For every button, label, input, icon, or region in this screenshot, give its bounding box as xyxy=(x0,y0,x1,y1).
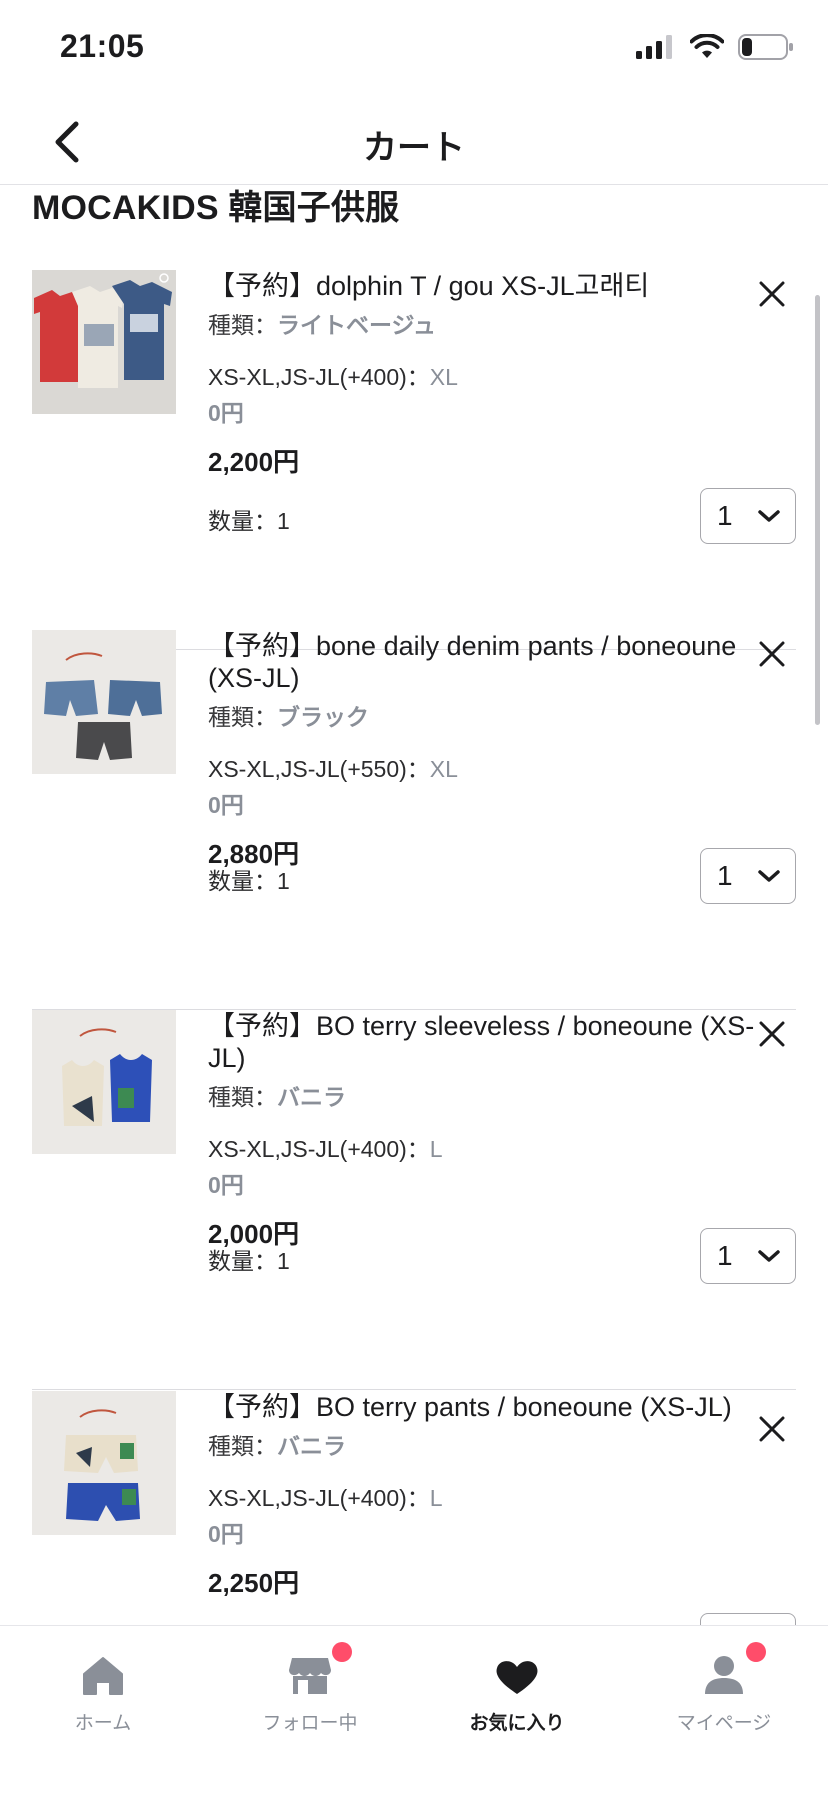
product-thumbnail[interactable] xyxy=(32,630,176,774)
item-title[interactable]: 【予約】bone daily denim pants / boneoune (X… xyxy=(208,630,768,694)
kind-label: 種類： xyxy=(208,1433,277,1459)
item-title[interactable]: 【予約】BO terry pants / boneoune (XS-JL) xyxy=(208,1391,768,1423)
item-option: XS-XL,JS-JL(+550)：XL xyxy=(208,750,768,784)
item-title[interactable]: 【予約】BO terry sleeveless / boneoune (XS-J… xyxy=(208,1010,768,1074)
chevron-down-icon xyxy=(758,1250,780,1262)
kind-value: バニラ xyxy=(277,1433,346,1459)
item-price: 2,880円 xyxy=(208,839,300,869)
wifi-icon xyxy=(690,34,724,58)
product-thumbnail[interactable] xyxy=(32,1391,176,1535)
product-thumbnail[interactable] xyxy=(32,270,176,414)
kind-label: 種類： xyxy=(208,1084,277,1110)
quantity-label: 数量：1 xyxy=(208,508,290,534)
item-price: 2,250円 xyxy=(208,1568,300,1598)
option-price: 0円 xyxy=(208,400,244,426)
kind-label: 種類： xyxy=(208,704,277,730)
divider xyxy=(32,1389,796,1390)
close-icon xyxy=(759,1416,785,1442)
close-icon xyxy=(759,641,785,667)
tab-favorites[interactable]: お気に入り xyxy=(427,1638,607,1748)
chevron-down-icon xyxy=(758,870,780,882)
item-info: 【予約】BO terry pants / boneoune (XS-JL) 種類… xyxy=(208,1391,768,1600)
tab-home[interactable]: ホーム xyxy=(13,1638,193,1748)
quantity-select[interactable]: 1 xyxy=(700,488,796,544)
signal-icon xyxy=(636,35,672,59)
option-value: XL xyxy=(429,756,458,782)
tab-bar: ホーム フォロー中 お気に入り マイページ xyxy=(0,1625,828,1793)
tab-label: お気に入り xyxy=(469,1713,565,1734)
option-label: XS-XL,JS-JL(+400)： xyxy=(208,364,430,390)
kind-value: バニラ xyxy=(277,1084,346,1110)
item-kind: 種類：バニラ xyxy=(208,1427,768,1461)
item-kind: 種類：ブラック xyxy=(208,698,768,732)
item-option: XS-XL,JS-JL(+400)：L xyxy=(208,1130,768,1164)
option-label: XS-XL,JS-JL(+400)： xyxy=(208,1136,430,1162)
item-title[interactable]: 【予約】dolphin T / gou XS-JL고래티 xyxy=(208,270,768,302)
remove-item-button[interactable] xyxy=(752,634,792,674)
quantity-value: 1 xyxy=(717,1240,733,1271)
status-time: 21:05 xyxy=(60,28,145,64)
option-price: 0円 xyxy=(208,792,244,818)
close-icon xyxy=(759,1021,785,1047)
cart-item: 【予約】dolphin T / gou XS-JL고래티 種類：ライトベージュ … xyxy=(32,270,796,650)
quantity-select[interactable] xyxy=(700,1613,796,1625)
remove-item-button[interactable] xyxy=(752,274,792,314)
scrollbar[interactable] xyxy=(815,295,820,725)
quantity-label: 数量：1 xyxy=(208,868,290,894)
person-icon xyxy=(705,1656,743,1694)
tab-label: フォロー中 xyxy=(262,1713,358,1734)
cart-content[interactable]: MOCAKIDS 韓国子供服 【予約】dolphin T / gou XS-JL… xyxy=(0,185,828,1625)
kind-value: ライトベージュ xyxy=(277,312,436,338)
option-value: L xyxy=(429,1485,443,1511)
tab-label: マイページ xyxy=(676,1713,772,1734)
option-label: XS-XL,JS-JL(+550)： xyxy=(208,756,430,782)
option-price: 0円 xyxy=(208,1172,244,1198)
kind-label: 種類： xyxy=(208,312,277,338)
quantity-select[interactable]: 1 xyxy=(700,1228,796,1284)
cart-item: 【予約】BO terry pants / boneoune (XS-JL) 種類… xyxy=(32,1391,796,1625)
option-value: XL xyxy=(429,364,458,390)
item-option: XS-XL,JS-JL(+400)：L xyxy=(208,1479,768,1513)
nav-bar: カート xyxy=(0,100,828,185)
heart-icon xyxy=(496,1661,538,1694)
quantity-label: 数量：1 xyxy=(208,1248,290,1274)
tab-label: ホーム xyxy=(74,1713,132,1734)
home-icon xyxy=(83,1657,123,1695)
tab-mypage[interactable]: マイページ xyxy=(634,1638,814,1748)
store-icon xyxy=(289,1658,331,1694)
chevron-down-icon xyxy=(758,510,780,522)
option-label: XS-XL,JS-JL(+400)： xyxy=(208,1485,430,1511)
option-price: 0円 xyxy=(208,1521,244,1547)
item-info: 【予約】bone daily denim pants / boneoune (X… xyxy=(208,630,768,871)
product-thumbnail[interactable] xyxy=(32,1010,176,1154)
cart-item: 【予約】bone daily denim pants / boneoune (X… xyxy=(32,630,796,1010)
status-icons xyxy=(636,34,794,60)
cart-item: 【予約】BO terry sleeveless / boneoune (XS-J… xyxy=(32,1010,796,1390)
page-title: カート xyxy=(363,129,465,167)
quantity-select[interactable]: 1 xyxy=(700,848,796,904)
quantity-value: 1 xyxy=(717,860,733,891)
item-kind: 種類：バニラ xyxy=(208,1078,768,1112)
shop-name: MOCAKIDS 韓国子供服 xyxy=(32,189,400,227)
close-icon xyxy=(759,281,785,307)
item-info: 【予約】BO terry sleeveless / boneoune (XS-J… xyxy=(208,1010,768,1251)
tab-following[interactable]: フォロー中 xyxy=(220,1638,400,1748)
option-value: L xyxy=(429,1136,443,1162)
item-info: 【予約】dolphin T / gou XS-JL고래티 種類：ライトベージュ … xyxy=(208,270,768,479)
remove-item-button[interactable] xyxy=(752,1014,792,1054)
item-price: 2,000円 xyxy=(208,1219,300,1249)
notification-badge xyxy=(746,1642,766,1662)
item-price: 2,200円 xyxy=(208,447,300,477)
kind-value: ブラック xyxy=(277,704,369,730)
notification-badge xyxy=(332,1642,352,1662)
status-bar: 21:05 xyxy=(0,0,828,100)
remove-item-button[interactable] xyxy=(752,1409,792,1449)
battery-icon xyxy=(738,34,793,60)
item-option: XS-XL,JS-JL(+400)：XL xyxy=(208,358,768,392)
quantity-value: 1 xyxy=(717,500,733,531)
item-kind: 種類：ライトベージュ xyxy=(208,306,768,340)
